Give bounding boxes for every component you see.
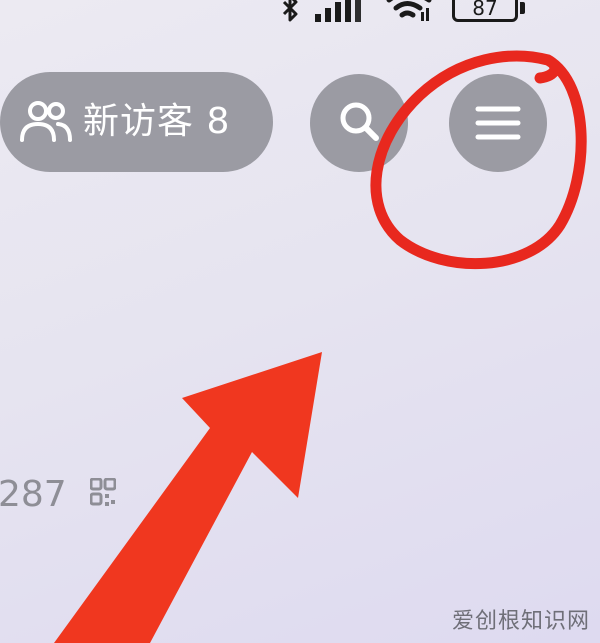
status-bar: 87 [0,0,600,30]
qr-code-icon[interactable] [90,478,116,512]
hamburger-menu-icon [475,106,521,140]
search-button[interactable] [310,74,408,172]
wifi-icon [386,0,432,21]
search-icon [340,102,379,141]
battery-icon: 87 [452,0,518,22]
people-icon [20,101,72,142]
new-visitors-label: 新访客 8 [83,101,231,142]
watermark-text: 爱创根知识网 [451,609,590,634]
battery-nub [520,2,525,14]
account-number: 287 [0,474,67,515]
signal-icon [315,0,361,22]
battery-level: 87 [472,0,498,20]
bluetooth-icon [282,0,298,22]
menu-button[interactable] [449,74,547,172]
new-visitors-button[interactable]: 新访客 8 [0,72,273,172]
